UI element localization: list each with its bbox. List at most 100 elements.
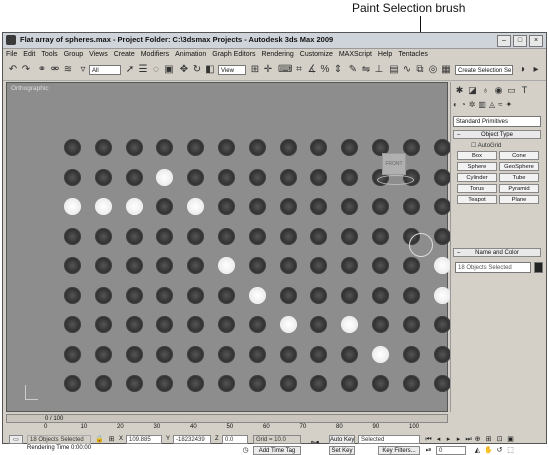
sphere[interactable] xyxy=(187,316,205,333)
sphere[interactable] xyxy=(248,375,266,392)
render-frame-icon[interactable]: ▸ xyxy=(530,64,542,76)
rotate-icon[interactable]: ↻ xyxy=(191,64,203,76)
sphere[interactable] xyxy=(279,257,297,274)
spinner-snap-icon[interactable]: ⇕ xyxy=(332,64,344,76)
percent-snap-icon[interactable]: % xyxy=(319,64,331,76)
menu-help[interactable]: Help xyxy=(375,49,395,60)
sphere[interactable] xyxy=(279,286,297,304)
sphere[interactable] xyxy=(64,316,81,333)
hierarchy-tab-icon[interactable]: ♁ xyxy=(479,84,492,96)
sphere[interactable] xyxy=(310,168,328,186)
sphere[interactable] xyxy=(218,168,235,186)
snap-icon[interactable]: ⌗ xyxy=(293,64,305,76)
menu-animation[interactable]: Animation xyxy=(172,49,209,60)
shapes-icon[interactable]: ◔ xyxy=(461,100,466,109)
undo-icon[interactable]: ↶ xyxy=(7,64,19,76)
plane-button[interactable]: Plane xyxy=(499,195,539,204)
viewcube-ring[interactable] xyxy=(377,175,414,185)
window-crossing-icon[interactable]: ▣ xyxy=(163,64,175,76)
close-button[interactable]: × xyxy=(529,35,543,47)
sphere[interactable] xyxy=(156,286,174,304)
sphere[interactable] xyxy=(402,198,420,215)
selected-sphere[interactable] xyxy=(156,168,174,186)
autogrid-checkbox[interactable]: ☐ AutoGrid xyxy=(471,142,501,149)
sphere[interactable] xyxy=(64,375,81,392)
sphere[interactable] xyxy=(125,375,143,392)
sphere[interactable] xyxy=(402,257,420,274)
sphere[interactable] xyxy=(433,139,451,156)
sphere[interactable] xyxy=(310,345,328,363)
play-icon[interactable]: ▸ xyxy=(444,435,453,444)
sphere[interactable] xyxy=(248,198,266,215)
object-type-rollout-header[interactable]: – Object Type xyxy=(453,130,541,139)
sphere[interactable] xyxy=(156,198,174,215)
sphere[interactable] xyxy=(64,168,81,186)
sphere[interactable] xyxy=(372,286,389,304)
redo-icon[interactable]: ↷ xyxy=(20,64,32,76)
teapot-button[interactable]: Teapot xyxy=(457,195,497,204)
go-to-start-icon[interactable]: ⏮ xyxy=(424,435,433,444)
sphere[interactable] xyxy=(187,345,205,363)
menu-customize[interactable]: Customize xyxy=(297,49,336,60)
cylinder-button[interactable]: Cylinder xyxy=(457,173,497,182)
set-key-button[interactable]: Set Key xyxy=(329,446,355,455)
sphere[interactable] xyxy=(94,227,112,245)
sphere[interactable] xyxy=(125,168,143,186)
track-bar[interactable]: 0 10 20 30 40 50 60 70 80 90 100 xyxy=(6,424,448,434)
sphere[interactable] xyxy=(402,345,420,363)
sphere[interactable] xyxy=(310,227,328,245)
sphere[interactable] xyxy=(156,316,174,333)
paint-selection-region-icon[interactable]: ◌ xyxy=(150,64,162,76)
key-filters-button[interactable]: Key Filters... xyxy=(378,446,420,455)
lights-icon[interactable]: ✲ xyxy=(469,100,476,109)
orbit-icon[interactable]: ↺ xyxy=(495,446,504,455)
cameras-icon[interactable]: ▥ xyxy=(478,100,486,109)
sphere[interactable] xyxy=(156,345,174,363)
absolute-mode-icon[interactable]: ⊞ xyxy=(107,435,116,444)
angle-snap-icon[interactable]: ∡ xyxy=(306,64,318,76)
sphere[interactable] xyxy=(218,375,235,392)
sphere[interactable] xyxy=(279,345,297,363)
menu-modifiers[interactable]: Modifiers xyxy=(138,49,172,60)
sphere[interactable] xyxy=(279,139,297,156)
sphere[interactable] xyxy=(125,316,143,333)
sphere[interactable] xyxy=(125,139,143,156)
sphere[interactable] xyxy=(218,345,235,363)
sphere[interactable] xyxy=(402,316,420,333)
sphere[interactable] xyxy=(218,286,235,304)
bind-space-warp-icon[interactable]: ≋ xyxy=(62,64,74,76)
systems-icon[interactable]: ✦ xyxy=(506,100,513,109)
geometry-icon[interactable]: ◐ xyxy=(453,100,458,109)
y-coordinate-field[interactable]: -18232439 xyxy=(173,435,211,444)
field-of-view-icon[interactable]: ◭ xyxy=(473,446,482,455)
sphere[interactable] xyxy=(248,168,266,186)
zoom-icon[interactable]: ⊕ xyxy=(473,435,482,444)
select-by-name-icon[interactable]: ☰ xyxy=(137,64,149,76)
primitive-type-dropdown[interactable]: Standard Primitives xyxy=(453,116,541,127)
sphere[interactable] xyxy=(372,316,389,333)
sphere[interactable] xyxy=(94,286,112,304)
sphere[interactable] xyxy=(433,316,451,333)
sphere[interactable] xyxy=(64,257,81,274)
sphere[interactable] xyxy=(218,139,235,156)
named-selection-icon[interactable]: ✎ xyxy=(347,64,359,76)
sphere[interactable] xyxy=(402,286,420,304)
menu-edit[interactable]: Edit xyxy=(20,49,38,60)
time-slider[interactable]: 0 / 100 xyxy=(6,414,448,423)
lock-selection-icon[interactable]: 🔒 xyxy=(95,435,104,444)
motion-tab-icon[interactable]: ◉ xyxy=(492,84,505,96)
named-selection-set-dropdown[interactable]: Create Selection Se xyxy=(455,65,513,75)
zoom-all-icon[interactable]: ⊞ xyxy=(484,435,493,444)
select-object-icon[interactable]: ➚ xyxy=(124,64,136,76)
sphere[interactable] xyxy=(310,198,328,215)
sphere[interactable] xyxy=(187,375,205,392)
torus-button[interactable]: Torus xyxy=(457,184,497,193)
sphere[interactable] xyxy=(402,375,420,392)
maximize-viewport-icon[interactable]: ⬚ xyxy=(506,446,515,455)
quick-render-icon[interactable]: ◑ xyxy=(516,64,528,76)
viewport-label[interactable]: Orthographic xyxy=(11,85,49,92)
x-coordinate-field[interactable]: 109.885 xyxy=(126,435,162,444)
sphere[interactable] xyxy=(187,227,205,245)
selected-sphere[interactable] xyxy=(279,316,297,333)
menu-file[interactable]: File xyxy=(3,49,20,60)
